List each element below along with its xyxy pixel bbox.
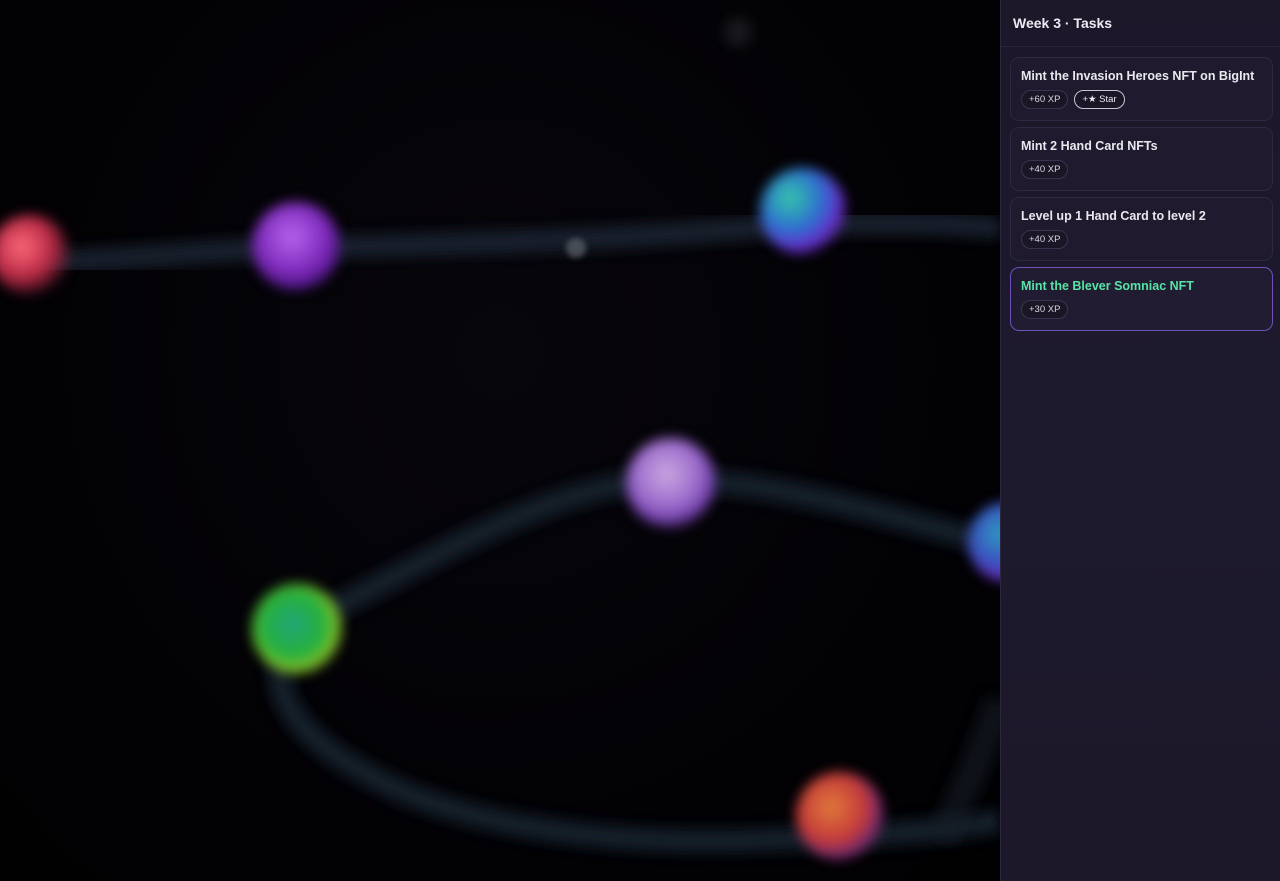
lavender-node[interactable] — [626, 438, 716, 528]
green-node[interactable] — [252, 584, 342, 674]
lower-path — [267, 467, 1000, 853]
game-map — [0, 0, 1000, 881]
task-card-active[interactable]: Mint the Blever Somniac NFT +30 XP — [1010, 267, 1273, 331]
task-title: Level up 1 Hand Card to level 2 — [1021, 209, 1206, 223]
task-card[interactable]: Mint 2 Hand Card NFTs +40 XP — [1010, 127, 1273, 191]
xp-badge: +60 XP — [1021, 90, 1069, 109]
xp-badge: +40 XP — [1021, 160, 1069, 179]
task-badges: +40 XP — [1021, 160, 1262, 179]
tasks-panel: Week 3 · Tasks Mint the Invasion Heroes … — [1000, 0, 1280, 881]
faint-top-glow — [724, 18, 752, 46]
purple-node[interactable] — [252, 202, 340, 290]
task-list: Mint the Invasion Heroes NFT on BigInt +… — [1001, 47, 1280, 331]
upper-path — [0, 212, 1000, 273]
star-badge[interactable]: +★ Star — [1074, 90, 1125, 109]
map-paths — [0, 18, 1000, 853]
task-title: Mint the Blever Somniac NFT — [1021, 279, 1194, 293]
task-title: Mint 2 Hand Card NFTs — [1021, 139, 1158, 153]
teal-blue-node[interactable] — [760, 168, 846, 254]
task-badges: +30 XP — [1021, 300, 1262, 319]
xp-badge: +30 XP — [1021, 300, 1069, 319]
task-card[interactable]: Level up 1 Hand Card to level 2 +40 XP — [1010, 197, 1273, 261]
panel-title: Week 3 · Tasks — [1001, 0, 1280, 47]
faint-spark-node — [566, 238, 586, 258]
xp-badge: +40 XP — [1021, 230, 1069, 249]
task-title: Mint the Invasion Heroes NFT on BigInt — [1021, 69, 1255, 83]
task-badges: +40 XP — [1021, 230, 1262, 249]
orange-node[interactable] — [796, 772, 884, 860]
task-card[interactable]: Mint the Invasion Heroes NFT on BigInt +… — [1010, 57, 1273, 121]
task-badges: +60 XP +★ Star — [1021, 90, 1262, 109]
